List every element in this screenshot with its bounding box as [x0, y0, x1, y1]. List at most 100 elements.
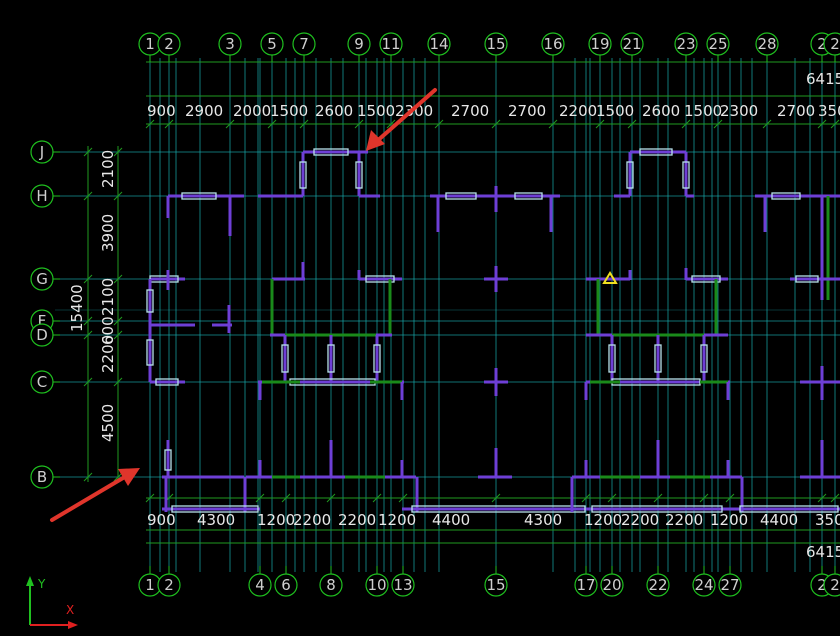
axis-bubble-label: 7: [299, 35, 309, 53]
axis-bubble-label: 1: [145, 35, 155, 53]
dimension-text-top: 1500: [596, 102, 634, 120]
dimension-text-bottom: 1200: [710, 511, 748, 529]
axis-bubble-label: 1: [145, 576, 155, 594]
dimension-text-bottom: 2200: [293, 511, 331, 529]
dimension-text-top: 2200: [559, 102, 597, 120]
axis-bubble: 13: [391, 573, 415, 597]
dimension-text-top: 1500: [684, 102, 722, 120]
cad-drawing-canvas[interactable]: 1 2 3 5 7 9 11 14 15 16 19 21 23 25 28 2 21 2 4 6 8 10 13 15 17 2…: [0, 0, 840, 636]
axis-bubble-label: 14: [429, 35, 448, 53]
axis-bubble-label: 28: [757, 35, 776, 53]
total-dimension-bottom: 6415: [806, 543, 840, 561]
axis-bubble-label: 3: [225, 35, 235, 53]
dimension-text-bottom: 2200: [621, 511, 659, 529]
dimension-text-bottom: 4300: [197, 511, 235, 529]
dimension-text-bottom: 2200: [338, 511, 376, 529]
dimension-text-top: 900: [147, 102, 176, 120]
axis-bubble: 16: [541, 32, 565, 56]
axis-bubble: 10: [365, 573, 389, 597]
dimension-text-bottom: 4400: [760, 511, 798, 529]
dimension-text-bottom: 4300: [524, 511, 562, 529]
axis-bubble-label: 2: [164, 35, 174, 53]
axis-bubble-label: 22: [648, 576, 667, 594]
axis-bubble: 27: [718, 573, 742, 597]
dimension-text-top: 2700: [777, 102, 815, 120]
axis-bubble-label: 2: [164, 576, 174, 594]
axis-bubble: D: [30, 323, 54, 347]
axis-bubble: 6: [274, 573, 298, 597]
axis-bubble: B: [30, 465, 54, 489]
axis-bubble-label: 10: [367, 576, 386, 594]
axis-bubble: 15: [484, 573, 508, 597]
axis-bubble: 2: [823, 32, 840, 56]
axis-bubble: 22: [646, 573, 670, 597]
dimension-text-bottom: 1200: [257, 511, 295, 529]
axis-bubble: 17: [574, 573, 598, 597]
axis-bubble: 21: [620, 32, 644, 56]
dimension-text-left: 3900: [99, 214, 117, 252]
axis-bubble: 2: [157, 573, 181, 597]
axis-bubble-label: B: [37, 468, 47, 486]
axis-bubble-label: 21: [622, 35, 641, 53]
axis-bubble-label: 17: [576, 576, 595, 594]
axis-bubble: 20: [600, 573, 624, 597]
dimension-text-top: 2300: [720, 102, 758, 120]
red-arrow-icon: [50, 468, 140, 522]
dimension-text-bottom: 4400: [432, 511, 470, 529]
axis-bubble-label: 6: [281, 576, 291, 594]
axis-bubble-label: 27: [720, 576, 739, 594]
dimension-text-bottom: 900: [147, 511, 176, 529]
axis-bubble-label: 25: [708, 35, 727, 53]
axis-bubble-label: 4: [255, 576, 265, 594]
dimension-text-top: 1500: [357, 102, 395, 120]
axis-bubble: 14: [427, 32, 451, 56]
axis-bubble-label: 2: [830, 35, 840, 53]
axis-bubble: 15: [484, 32, 508, 56]
dimension-text-top: 2900: [185, 102, 223, 120]
axis-bubble-label: 16: [543, 35, 562, 53]
ucs-axis-icon: Y X: [26, 576, 78, 629]
axis-bubble: J: [30, 140, 54, 164]
axis-bubble-label: 15: [486, 576, 505, 594]
axis-bubble-label: 9: [354, 35, 364, 53]
axis-bubble-label: G: [36, 270, 48, 288]
axis-bubble: 25: [706, 32, 730, 56]
axis-bubble-label: 24: [694, 576, 713, 594]
ucs-x-label: X: [66, 603, 74, 617]
axis-bubble: H: [30, 184, 54, 208]
axis-bubble: 23: [674, 32, 698, 56]
axis-bubble-label: J: [39, 143, 44, 161]
axis-bubble: 28: [755, 32, 779, 56]
dimension-text-bottom: 1200: [378, 511, 416, 529]
axis-bubble: 4: [248, 573, 272, 597]
axis-bubble: 3: [218, 32, 242, 56]
axis-bubble: 19: [588, 32, 612, 56]
axis-bubble-label: 20: [602, 576, 621, 594]
dimension-text-bottom: 1200: [584, 511, 622, 529]
dimension-text-top: 2700: [508, 102, 546, 120]
axis-bubble-label: H: [36, 187, 47, 205]
dimension-text-top: 1500: [270, 102, 308, 120]
dimension-text-left: 2100: [99, 278, 117, 316]
axis-bubble: C: [30, 370, 54, 394]
axis-bubble: 8: [319, 573, 343, 597]
axis-bubble-label: 13: [393, 576, 412, 594]
axis-bubble: 24: [692, 573, 716, 597]
ucs-y-label: Y: [37, 577, 46, 591]
dimension-text-top: 350: [818, 102, 840, 120]
axis-bubble-label: 5: [267, 35, 277, 53]
axis-bubble: 9: [347, 32, 371, 56]
dimension-text-top: 2700: [451, 102, 489, 120]
axis-bubble-label: D: [36, 326, 48, 344]
wall-layer: [146, 148, 840, 513]
dimension-text-left: 4500: [99, 404, 117, 442]
axis-bubble: G: [30, 267, 54, 291]
axis-bubble-label: 2: [830, 576, 840, 594]
dimension-text-bottom: 350: [815, 511, 840, 529]
dimension-text-bottom: 2200: [665, 511, 703, 529]
axis-bubble-label: C: [37, 373, 47, 391]
axis-bubble-label: 8: [326, 576, 336, 594]
dimension-text-top: 2000: [233, 102, 271, 120]
total-dimension-top: 6415: [806, 70, 840, 88]
axis-bubble-label: 19: [590, 35, 609, 53]
